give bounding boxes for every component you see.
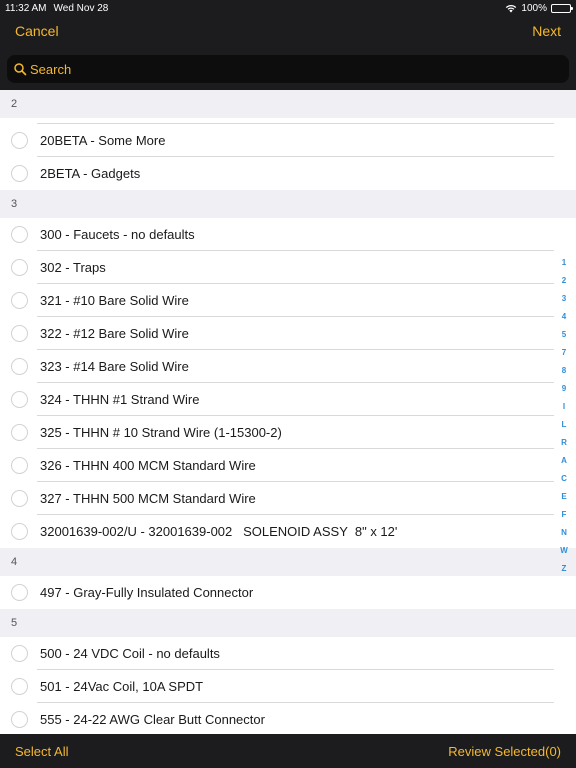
list-item[interactable]: 500 - 24 VDC Coil - no defaults (0, 637, 576, 670)
search-bar[interactable] (7, 55, 569, 83)
item-label: 327 - THHN 500 MCM Standard Wire (40, 491, 256, 506)
item-label: 501 - 24Vac Coil, 10A SPDT (40, 679, 204, 694)
index-entry[interactable]: 4 (562, 307, 566, 325)
list-item[interactable]: 20BETA - Some More (0, 124, 576, 157)
selection-radio[interactable] (11, 165, 28, 182)
item-list[interactable]: 2 20BETA - Some More 2BETA - Gadgets 3 3… (0, 90, 576, 734)
item-label: 2BETA - Gadgets (40, 166, 141, 181)
selection-radio[interactable] (11, 678, 28, 695)
item-label: 555 - 24-22 AWG Clear Butt Connector (40, 712, 265, 727)
index-entry[interactable]: A (561, 451, 567, 469)
item-label: 497 - Gray-Fully Insulated Connector (40, 585, 254, 600)
selection-radio[interactable] (11, 457, 28, 474)
list-item[interactable]: 321 - #10 Bare Solid Wire (0, 284, 576, 317)
index-entry[interactable]: Z (562, 559, 567, 577)
selection-radio[interactable] (11, 325, 28, 342)
search-icon (13, 62, 27, 76)
index-entry[interactable]: 3 (562, 289, 566, 307)
item-label: 321 - #10 Bare Solid Wire (40, 293, 189, 308)
cancel-button[interactable]: Cancel (15, 23, 59, 39)
index-entry[interactable]: 7 (562, 343, 566, 361)
selection-radio[interactable] (11, 226, 28, 243)
index-entry[interactable]: 2 (562, 271, 566, 289)
list-item[interactable]: 2BETA - Gadgets (0, 157, 576, 190)
index-entry[interactable]: 9 (562, 379, 566, 397)
list-item[interactable]: 323 - #14 Bare Solid Wire (0, 350, 576, 383)
review-selected-button[interactable]: Review Selected(0) (448, 744, 561, 759)
next-button[interactable]: Next (532, 23, 561, 39)
battery-percent: 100% (521, 2, 547, 14)
item-label: 323 - #14 Bare Solid Wire (40, 359, 189, 374)
index-entry[interactable]: L (562, 415, 567, 433)
battery-icon (551, 3, 573, 13)
item-label: 326 - THHN 400 MCM Standard Wire (40, 458, 256, 473)
index-entry[interactable]: N (561, 523, 567, 541)
selection-radio[interactable] (11, 391, 28, 408)
section-header: 5 (0, 609, 576, 637)
index-entry[interactable]: 1 (562, 253, 566, 271)
item-label: 322 - #12 Bare Solid Wire (40, 326, 189, 341)
section-header: 3 (0, 190, 576, 218)
section-index[interactable]: 1 2 3 4 5 7 8 9 I L R A C E F N W Z (556, 253, 572, 577)
list-item[interactable]: 501 - 24Vac Coil, 10A SPDT (0, 670, 576, 703)
selection-radio[interactable] (11, 292, 28, 309)
selection-radio[interactable] (11, 711, 28, 728)
index-entry[interactable]: 5 (562, 325, 566, 343)
index-entry[interactable]: F (562, 505, 567, 523)
section-header: 4 (0, 548, 576, 576)
item-label: 324 - THHN #1 Strand Wire (40, 392, 200, 407)
selection-radio[interactable] (11, 490, 28, 507)
item-label: 32001639-002/U - 32001639-002 SOLENOID A… (40, 524, 398, 539)
selection-radio[interactable] (11, 584, 28, 601)
index-entry[interactable]: E (561, 487, 566, 505)
index-entry[interactable]: 8 (562, 361, 566, 379)
selection-radio[interactable] (11, 523, 28, 540)
selection-radio[interactable] (11, 132, 28, 149)
navigation-bar: Cancel Next (0, 16, 576, 90)
selection-radio[interactable] (11, 259, 28, 276)
item-label: 300 - Faucets - no defaults (40, 227, 195, 242)
index-entry[interactable]: C (561, 469, 567, 487)
status-date: Wed Nov 28 (53, 2, 109, 14)
bottom-toolbar: Select All Review Selected(0) (0, 734, 576, 768)
item-label: 302 - Traps (40, 260, 106, 275)
list-item[interactable]: 324 - THHN #1 Strand Wire (0, 383, 576, 416)
select-all-button[interactable]: Select All (15, 744, 68, 759)
selection-radio[interactable] (11, 424, 28, 441)
index-entry[interactable]: I (563, 397, 565, 415)
status-time: 11:32 AM (5, 2, 47, 14)
list-item[interactable]: 325 - THHN # 10 Strand Wire (1-15300-2) (0, 416, 576, 449)
item-label: 325 - THHN # 10 Strand Wire (1-15300-2) (40, 425, 282, 440)
list-item[interactable]: 300 - Faucets - no defaults (0, 218, 576, 251)
index-entry[interactable]: W (560, 541, 568, 559)
item-label: 500 - 24 VDC Coil - no defaults (40, 646, 220, 661)
index-entry[interactable]: R (561, 433, 567, 451)
list-item[interactable]: 497 - Gray-Fully Insulated Connector (0, 576, 576, 609)
list-item[interactable]: 302 - Traps (0, 251, 576, 284)
list-item[interactable]: 555 - 24-22 AWG Clear Butt Connector (0, 703, 576, 734)
section-header: 2 (0, 90, 576, 118)
list-item[interactable]: 326 - THHN 400 MCM Standard Wire (0, 449, 576, 482)
selection-radio[interactable] (11, 358, 28, 375)
list-item[interactable]: 322 - #12 Bare Solid Wire (0, 317, 576, 350)
list-item[interactable]: 32001639-002/U - 32001639-002 SOLENOID A… (0, 515, 576, 548)
status-right: 100% (505, 2, 573, 14)
status-bar: 11:32 AM Wed Nov 28 100% (0, 0, 576, 16)
list-item[interactable]: 327 - THHN 500 MCM Standard Wire (0, 482, 576, 515)
search-input[interactable] (30, 61, 569, 77)
wifi-icon (505, 4, 517, 13)
selection-radio[interactable] (11, 645, 28, 662)
item-label: 20BETA - Some More (40, 133, 166, 148)
